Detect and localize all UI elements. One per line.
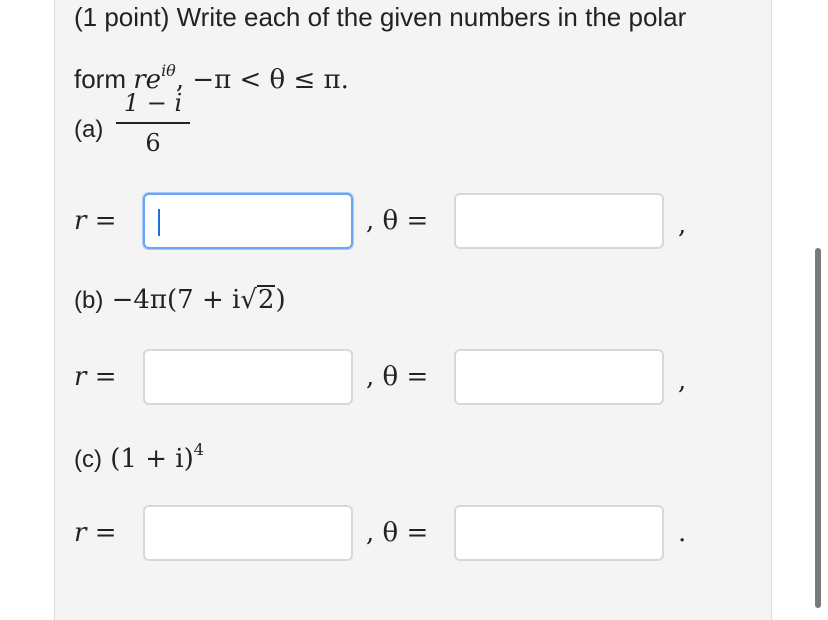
part-c-exponent: 4 xyxy=(193,440,204,459)
part-c-label-text: (c) xyxy=(74,446,102,473)
part-c-theta-label: , θ = xyxy=(366,518,429,548)
text-caret xyxy=(158,209,160,236)
part-b-label: (b) −4π(7 + i√2) xyxy=(74,285,286,315)
part-c-expression: (1 + i) xyxy=(101,444,194,474)
sqrt-argument: 2 xyxy=(256,285,276,315)
part-c-label: (c) (1 + i)4 xyxy=(74,440,204,474)
part-b-expression: −4π(7 + i√2) xyxy=(103,285,286,315)
part-c-theta-input[interactable] xyxy=(454,505,664,561)
part-b-r-label: r = xyxy=(74,362,117,392)
part-b-theta-label: , θ = xyxy=(366,362,429,392)
intro-line-1: (1 point) Write each of the given number… xyxy=(74,2,687,32)
part-c-separator: . xyxy=(678,518,687,548)
part-a-r-input[interactable] xyxy=(143,193,353,249)
part-a-theta-label: , θ = xyxy=(366,206,429,236)
part-a-fraction: 1 − i 6 xyxy=(116,86,190,160)
polar-exponent: iθ xyxy=(161,61,176,80)
part-a-label: (a) xyxy=(74,116,104,143)
part-b-r-input[interactable] xyxy=(143,349,353,405)
part-c-r-input[interactable] xyxy=(143,505,353,561)
part-c-r-label: r = xyxy=(74,518,117,548)
sqrt-symbol: √ xyxy=(240,285,257,315)
part-a-denominator: 6 xyxy=(145,129,161,157)
angle-constraint: , −π < θ ≤ π. xyxy=(175,65,349,95)
part-b-label-text: (b) xyxy=(74,287,104,314)
part-a-separator: , xyxy=(678,210,687,240)
vertical-scrollbar[interactable] xyxy=(815,248,821,608)
part-a-numerator: 1 − i xyxy=(123,89,183,117)
part-b-theta-input[interactable] xyxy=(454,349,664,405)
part-a-r-label: r = xyxy=(74,206,117,236)
part-b-separator: , xyxy=(678,366,687,396)
fraction-bar xyxy=(116,122,190,124)
part-a-theta-input[interactable] xyxy=(454,193,664,249)
